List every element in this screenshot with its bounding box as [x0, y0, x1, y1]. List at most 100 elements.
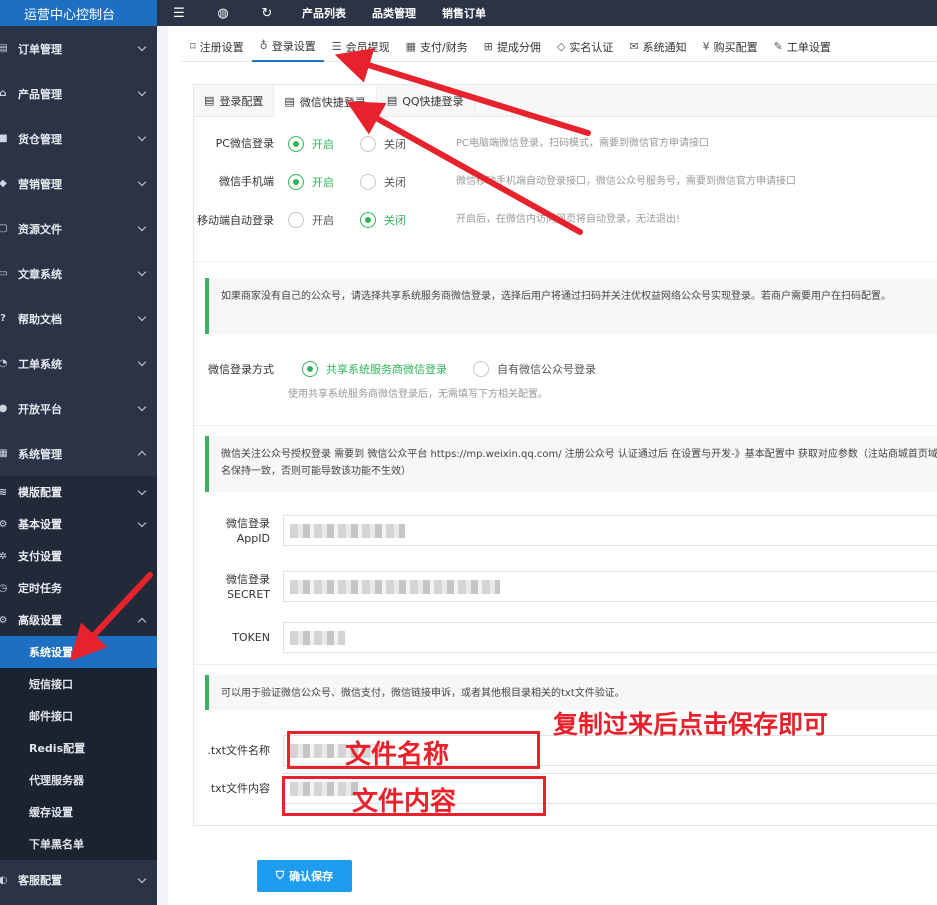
- tab-commission[interactable]: ⊞ 提成分佣: [476, 32, 549, 62]
- menu-toggle-icon[interactable]: ☰: [157, 6, 201, 21]
- sidebar-item-label: 资源文件: [18, 222, 62, 236]
- tab-login[interactable]: ♁ 登录设置: [251, 32, 324, 62]
- tab-label: 工单设置: [786, 40, 831, 54]
- token-input[interactable]: [283, 622, 937, 653]
- sidebar-item-blacklist[interactable]: 下单黑名单: [0, 828, 157, 860]
- tab-ticket[interactable]: ✎ 工单设置: [766, 32, 839, 62]
- sidebar-item-template[interactable]: ≋ 模版配置: [0, 476, 157, 508]
- tab-payment[interactable]: ▦ 支付/财务: [398, 32, 476, 62]
- tab-withdraw[interactable]: ☰ 会员提现: [324, 32, 398, 62]
- nav-sales-orders[interactable]: 销售订单: [429, 5, 499, 21]
- nav-product-list[interactable]: 产品列表: [289, 5, 359, 21]
- sidebar-item-resources[interactable]: ▢ 资源文件: [0, 206, 157, 251]
- divider: [194, 664, 937, 665]
- shield-icon: ◇: [556, 40, 566, 53]
- radio-own-account-login[interactable]: 自有微信公众号登录: [473, 361, 596, 377]
- megaphone-icon: ◆: [0, 178, 7, 189]
- chevron-down-icon: [137, 312, 147, 322]
- sidebar-item-sms[interactable]: 短信接口: [0, 668, 157, 700]
- article-icon: ▭: [0, 268, 8, 279]
- radio-mobile-wechat-off[interactable]: 关闭: [360, 174, 406, 190]
- clock-icon: ◷: [0, 582, 8, 594]
- nav-category[interactable]: 品类管理: [359, 5, 429, 21]
- tab-label: 提成分佣: [496, 40, 541, 54]
- sidebar-item-redis[interactable]: Redis配置: [0, 732, 157, 764]
- sidebar-item-label: 工单系统: [18, 357, 62, 371]
- tab-label: 登录设置: [271, 39, 316, 53]
- sidebar-item-proxy[interactable]: 代理服务器: [0, 764, 157, 796]
- sidebar-item-label: 支付设置: [18, 550, 62, 563]
- annotation-content: 文件内容: [352, 787, 457, 817]
- refresh-icon[interactable]: ↻: [245, 6, 289, 21]
- help-icon: ?: [0, 313, 6, 324]
- tab-wechat-login[interactable]: ▤ 微信快捷登录: [274, 85, 377, 118]
- tab-label: 微信快捷登录: [299, 95, 366, 109]
- sidebar-item-label: 营销管理: [18, 177, 62, 191]
- radio-pc-wechat-off[interactable]: 关闭: [360, 136, 406, 152]
- field-label: 微信登录AppID: [226, 516, 270, 545]
- sidebar-item-help[interactable]: ? 帮助文档: [0, 296, 157, 341]
- tab-qq-login[interactable]: ▤ QQ快捷登录: [377, 85, 475, 116]
- chevron-down-icon: [137, 132, 147, 142]
- settings-tabs: ⌑ 注册设置 ♁ 登录设置 ☰ 会员提现 ▦ 支付/财务 ⊞ 提成分佣 ◇ 实名认证 ✉ 系统…: [182, 32, 937, 62]
- chevron-down-icon: [137, 87, 147, 97]
- tab-label: 注册设置: [199, 40, 244, 54]
- sidebar-item-openplatform[interactable]: ● 开放平台: [0, 386, 157, 431]
- tab-notify[interactable]: ✉ 系统通知: [621, 32, 694, 62]
- setting-row-auto-login: 移动端自动登录 开启 关闭 开启后，在微信内访问网页将自动登录，无法退出!: [194, 212, 680, 229]
- radio-label: 关闭: [384, 214, 406, 227]
- setting-row-pc-wechat: PC微信登录 开启 关闭 PC电脑端微信登录，扫码模式，需要到微信官方申请接口: [194, 136, 709, 152]
- sidebar-item-cache[interactable]: 缓存设置: [0, 796, 157, 828]
- radio-label: 开启: [312, 214, 334, 227]
- sidebar-item-basic[interactable]: ⚙ 基本设置: [0, 508, 157, 540]
- appid-input[interactable]: [283, 515, 937, 546]
- radio-label: 开启: [312, 176, 334, 189]
- ticket-icon: ◔: [0, 358, 8, 369]
- sidebar-item-label: 开放平台: [18, 402, 62, 416]
- sidebar-item-warehouse[interactable]: ■ 货仓管理: [0, 116, 157, 161]
- sidebar-item-label: 文章系统: [18, 267, 62, 281]
- secret-input[interactable]: [283, 571, 937, 602]
- box-icon: ■: [0, 133, 8, 144]
- sidebar-item-marketing[interactable]: ◆ 营销管理: [0, 161, 157, 206]
- sidebar-item-payment[interactable]: ✲ 支付设置: [0, 540, 157, 572]
- tab-register[interactable]: ⌑ 注册设置: [182, 32, 252, 62]
- sidebar-item-products[interactable]: ⌂ 产品管理: [0, 71, 157, 116]
- sidebar-item-support[interactable]: ◐ 客服配置: [0, 860, 157, 900]
- pin-icon: ♁: [259, 39, 268, 52]
- globe-icon[interactable]: ◍: [201, 6, 245, 21]
- tab-login-config[interactable]: ▤ 登录配置: [194, 85, 275, 116]
- radio-auto-login-on[interactable]: 开启: [288, 212, 334, 228]
- radio-label: 自有微信公众号登录: [497, 363, 596, 376]
- divider: [194, 261, 937, 262]
- sidebar-item-orders[interactable]: ▤ 订单管理: [0, 26, 157, 71]
- doc-icon: ▤: [386, 94, 398, 107]
- setting-hint: 开启后，在微信内访问网页将自动登录，无法退出!: [456, 214, 681, 225]
- blurred-value: [290, 523, 405, 538]
- save-button[interactable]: ⛉ 确认保存: [257, 860, 352, 892]
- field-appid: 微信登录AppID: [194, 515, 937, 546]
- sidebar-item-label: 帮助文档: [18, 312, 62, 326]
- sidebar-item-advanced[interactable]: ⚙ 高级设置: [0, 604, 157, 636]
- chevron-down-icon: [137, 402, 147, 412]
- globe-icon: ●: [0, 403, 8, 414]
- sidebar-item-system-settings[interactable]: 系统设置: [0, 636, 157, 668]
- sidebar-item-mail[interactable]: 邮件接口: [0, 700, 157, 732]
- tab-purchase[interactable]: ¥ 购买配置: [695, 32, 766, 62]
- tab-label: 购买配置: [713, 40, 758, 54]
- radio-mobile-wechat-on[interactable]: 开启: [288, 174, 334, 190]
- save-button-label: 确认保存: [289, 870, 334, 883]
- radio-auto-login-off[interactable]: 关闭: [360, 212, 406, 228]
- mail-icon: ✉: [629, 40, 639, 53]
- radio-pc-wechat-on[interactable]: 开启: [288, 136, 334, 152]
- sidebar-item-system[interactable]: ▦ 系统管理: [0, 431, 157, 476]
- radio-label: 开启: [312, 138, 334, 151]
- sidebar-item-tickets[interactable]: ◔ 工单系统: [0, 341, 157, 386]
- sidebar-item-cron[interactable]: ◷ 定时任务: [0, 572, 157, 604]
- tab-realname[interactable]: ◇ 实名认证: [549, 32, 621, 62]
- sidebar-title: 运营中心控制台: [0, 0, 157, 26]
- sidebar-item-articles[interactable]: ▭ 文章系统: [0, 251, 157, 296]
- radio-shared-login[interactable]: 共享系统服务商微信登录: [302, 361, 447, 377]
- file-icon: ▢: [0, 223, 8, 234]
- shield-check-icon: ⛉: [275, 869, 285, 882]
